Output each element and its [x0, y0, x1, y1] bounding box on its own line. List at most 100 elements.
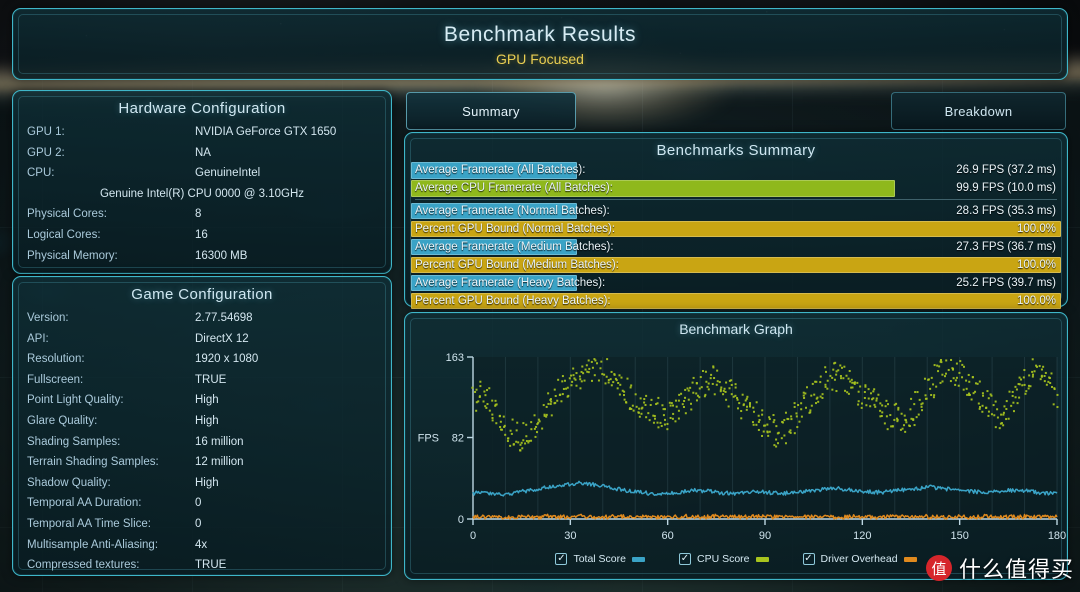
summary-bar-row: Average Framerate (All Batches): 26.9 FPS…	[411, 162, 1061, 179]
tab-summary[interactable]: Summary	[406, 92, 576, 130]
game-value: 0	[195, 517, 202, 530]
summary-bar-value: 25.2 FPS (39.7 ms)	[956, 276, 1056, 289]
summary-bar-label: Average Framerate (Heavy Batches):	[415, 276, 606, 289]
x-tick-label: 60	[662, 530, 674, 542]
summary-bar-row: Average CPU Framerate (All Batches): 99.9…	[411, 180, 1061, 197]
graph-svg: 082163FPS0306090120150180Seconds	[418, 352, 1067, 542]
hardware-row: GPU 1: NVIDIA GeForce GTX 1650	[27, 126, 377, 147]
hardware-value: GenuineIntel	[195, 167, 261, 180]
legend-label: CPU Score	[696, 553, 750, 565]
game-value: High	[195, 414, 219, 427]
game-row: Point Light Quality: High	[27, 394, 377, 415]
hardware-value: Genuine Intel(R) CPU 0000 @ 3.10GHz	[99, 187, 305, 200]
watermark-text: 什么值得买	[958, 558, 1074, 583]
hardware-row: Logical Cores: 16	[27, 229, 377, 250]
x-tick-label: 0	[470, 530, 476, 542]
summary-bar-label: Average CPU Framerate (All Batches):	[415, 182, 613, 195]
legend-label: Driver Overhead	[820, 553, 898, 565]
game-section-title: Game Configuration	[131, 286, 273, 303]
legend-item[interactable]: ✓ Driver Overhead	[802, 553, 917, 565]
hardware-label: CPU:	[27, 167, 55, 180]
game-row: Multisample Anti-Aliasing: 4x	[27, 539, 377, 560]
game-row: Temporal AA Duration: 0	[27, 497, 377, 518]
legend-item[interactable]: ✓ CPU Score	[678, 553, 769, 565]
game-row: Glare Quality: High	[27, 415, 377, 436]
benchmark-graph-panel: Benchmark Graph 0 82 163 FPS 0 30 60 90 120 150 18…	[404, 312, 1068, 580]
game-configuration-panel: Game Configuration Version: 2.77.54698 API…	[12, 276, 392, 576]
summary-bar-value: 99.9 FPS (10.0 ms)	[956, 182, 1056, 195]
game-row: Version: 2.77.54698	[27, 312, 377, 333]
game-label: Resolution:	[27, 353, 85, 366]
game-rows: Version: 2.77.54698 API: DirectX 12 Resoluti…	[13, 303, 391, 580]
legend-item[interactable]: ✓ Total Score	[555, 553, 645, 565]
hardware-row: Physical Cores: 8	[27, 208, 377, 229]
legend-label: Total Score	[573, 553, 626, 565]
tab-bar: Summary Breakdown	[404, 88, 1068, 134]
x-tick-label: 90	[759, 530, 771, 542]
hardware-row: Physical Memory: 16300 MB	[27, 250, 377, 271]
benchmarks-summary-panel: Benchmarks Summary Average Framerate (Al…	[404, 132, 1068, 309]
game-row: Shading Samples: 16 million	[27, 436, 377, 457]
x-tick-label: 150	[950, 530, 968, 542]
y-axis-title: FPS	[418, 433, 439, 445]
hardware-value: 8	[195, 208, 202, 221]
hardware-label: Logical Cores:	[27, 228, 101, 241]
summary-section-title: Benchmarks Summary	[656, 142, 816, 159]
game-row: Compressed textures: TRUE	[27, 559, 377, 580]
game-label: Compressed textures:	[27, 559, 140, 572]
hardware-label: GPU 2:	[27, 146, 65, 159]
y-tick-label: 0	[458, 514, 464, 526]
graph-plot-area: 082163FPS0306090120150180Seconds	[405, 343, 1069, 543]
summary-bar-value: 100.0%	[1016, 222, 1056, 235]
legend-checkbox[interactable]: ✓	[555, 553, 568, 565]
summary-bar-label: Average Framerate (Normal Batches):	[415, 204, 610, 217]
header-panel: Benchmark Results GPU Focused	[12, 8, 1068, 80]
hardware-configuration-panel: Hardware Configuration GPU 1: NVIDIA GeFo…	[12, 90, 392, 274]
tab-breakdown[interactable]: Breakdown	[891, 92, 1066, 130]
y-tick-label: 82	[452, 433, 464, 445]
summary-group-divider	[415, 198, 1057, 200]
watermark: 值 什么值得买	[925, 552, 1074, 584]
summary-bar-label: Percent GPU Bound (Heavy Batches):	[415, 294, 611, 307]
game-value: 4x	[195, 538, 208, 551]
hardware-value: NVIDIA GeForce GTX 1650	[195, 126, 337, 138]
summary-bar-row: Percent GPU Bound (Normal Batches): 100.0…	[411, 220, 1061, 237]
game-value: High	[195, 476, 219, 489]
game-value: 0	[195, 497, 202, 510]
legend-checkbox[interactable]: ✓	[802, 553, 815, 565]
summary-bar-label: Percent GPU Bound (Normal Batches):	[415, 222, 616, 235]
game-row: Terrain Shading Samples: 12 million	[27, 456, 377, 477]
hardware-row: CPU: GenuineIntel	[27, 167, 377, 188]
game-value: 2.77.54698	[195, 312, 253, 324]
game-value: TRUE	[195, 373, 227, 386]
game-label: Shadow Quality:	[27, 476, 111, 489]
x-tick-label: 30	[564, 530, 576, 542]
summary-bar-row: Average Framerate (Heavy Batches): 25.2 F…	[411, 274, 1061, 291]
hardware-rows: GPU 1: NVIDIA GeForce GTX 1650 GPU 2: NA CPU…	[13, 117, 391, 270]
hardware-section-title: Hardware Configuration	[118, 100, 286, 117]
legend-color-swatch	[631, 556, 645, 562]
summary-bar-row: Percent GPU Bound (Medium Batches): 100.0…	[411, 256, 1061, 273]
summary-bar-value: 26.9 FPS (37.2 ms)	[956, 164, 1056, 177]
hardware-value: 16300 MB	[195, 249, 248, 262]
summary-bar-value: 27.3 FPS (36.7 ms)	[956, 240, 1056, 253]
game-row: Resolution: 1920 x 1080	[27, 353, 377, 374]
summary-bar-value: 28.3 FPS (35.3 ms)	[956, 204, 1056, 217]
legend-checkbox[interactable]: ✓	[678, 553, 691, 565]
game-value: 12 million	[195, 456, 244, 469]
game-value: TRUE	[195, 559, 227, 572]
hardware-value: NA	[195, 146, 211, 159]
game-label: Point Light Quality:	[27, 394, 124, 407]
game-row: Temporal AA Time Slice: 0	[27, 518, 377, 539]
x-tick-label: 120	[853, 530, 871, 542]
summary-bar-label: Average Framerate (Medium Batches):	[415, 240, 614, 253]
game-label: Glare Quality:	[27, 414, 98, 427]
game-value: High	[195, 394, 219, 407]
hardware-value: 16	[195, 228, 208, 241]
game-label: Version:	[27, 312, 69, 324]
game-label: Multisample Anti-Aliasing:	[27, 538, 159, 551]
hardware-label: Physical Memory:	[27, 249, 118, 262]
y-tick-label: 163	[446, 352, 464, 364]
game-value: 1920 x 1080	[195, 353, 259, 366]
game-label: Terrain Shading Samples:	[27, 456, 159, 469]
